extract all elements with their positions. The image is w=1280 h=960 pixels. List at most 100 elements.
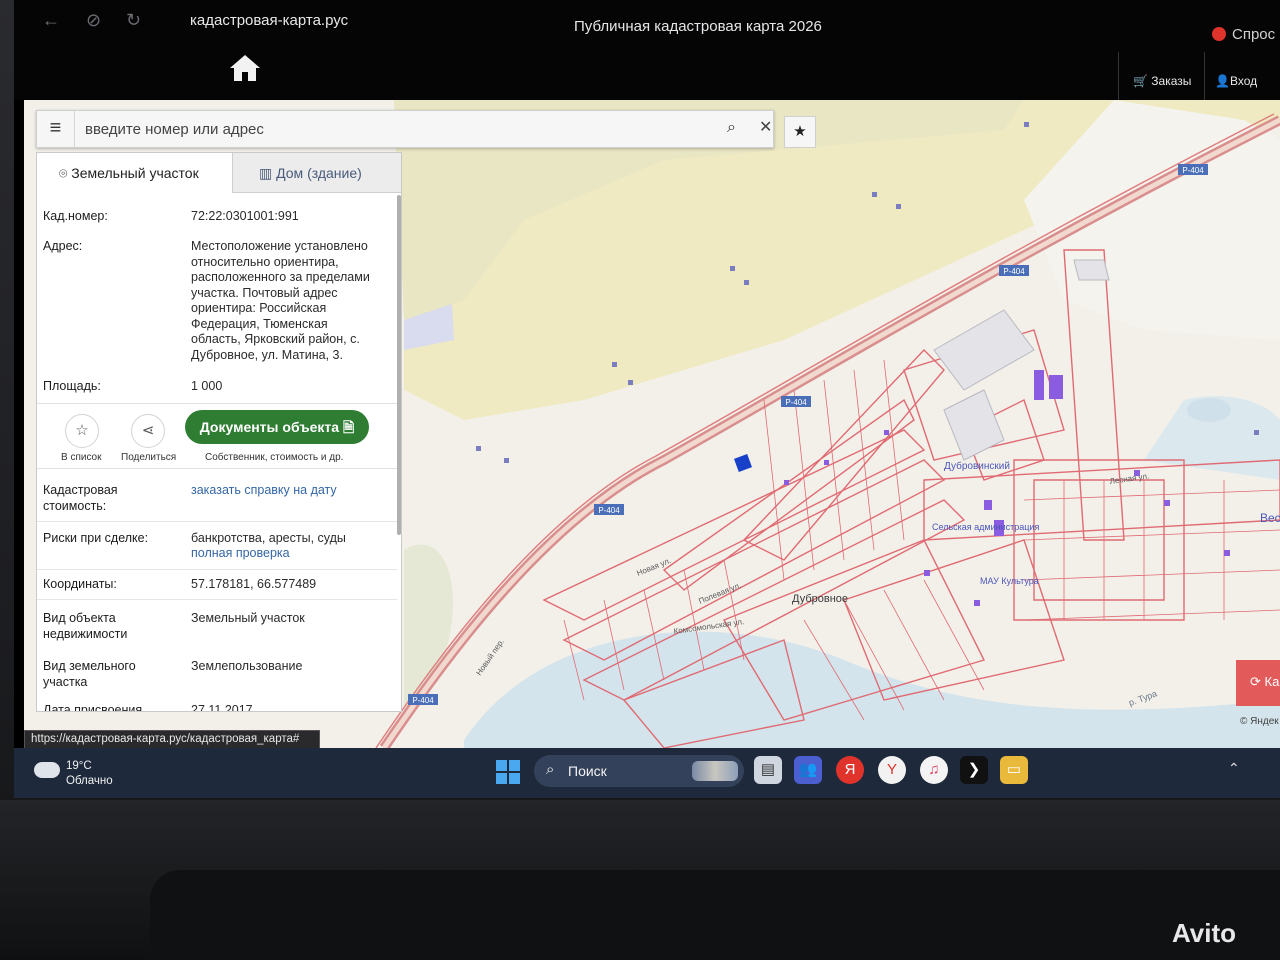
street-label: Новая ул. — [635, 556, 672, 578]
folder-icon[interactable]: ▭ — [1000, 756, 1028, 784]
yandex-icon[interactable]: Я — [836, 756, 864, 784]
search-input[interactable] — [85, 117, 645, 141]
login-label: Вход — [1229, 74, 1258, 88]
yandex-browser-icon[interactable]: Y — [878, 756, 906, 784]
date-value: 27.11.2017 — [191, 703, 253, 712]
road-label: Р-404 — [785, 398, 807, 407]
land-type-label: участка — [43, 675, 88, 689]
cost-label: Кадастровая — [43, 483, 118, 497]
record-icon — [1212, 27, 1226, 41]
address-line: ориентира: Российская — [191, 301, 327, 315]
place-label: Дубровинский — [944, 460, 1010, 472]
place-label: Дубровное — [792, 593, 848, 605]
reload-icon[interactable]: ↻ — [126, 10, 141, 31]
star-icon[interactable]: ★ — [784, 116, 816, 148]
full-check-link[interactable]: полная проверка — [191, 546, 290, 562]
place-label: Весе — [1260, 511, 1280, 525]
lake — [1187, 398, 1231, 422]
cadastre-button[interactable]: ⟳ Ка — [1236, 660, 1280, 706]
address-label: Адрес: — [43, 239, 83, 253]
cart-icon: 🛒 — [1133, 74, 1148, 88]
risks-label: Риски при сделке: — [43, 531, 149, 545]
river — [464, 631, 1280, 748]
search-icon: ⌕ — [546, 761, 555, 778]
terminal-icon[interactable]: ❯ — [960, 756, 988, 784]
weather-condition[interactable]: Облачно — [66, 775, 113, 787]
object-info-panel: ⌾ Земельный участок ▥ Дом (здание) Кад.н… — [36, 152, 402, 712]
cadastre-button-label: Ка — [1264, 674, 1280, 689]
windows-taskbar: 19°C Облачно ⌕ Поиск ▤ 👥 Я Y ♫ ❯ ▭ ⌃ — [14, 748, 1280, 798]
ask-label: Спрос — [1232, 26, 1276, 43]
date-label: Дата присвоения — [43, 703, 143, 712]
close-icon[interactable]: ✕ — [759, 117, 772, 137]
search-bar: ≡ ⌕ ✕ — [36, 110, 774, 148]
taskbar-search-label: Поиск — [568, 763, 607, 779]
login-button[interactable]: 👤Вход — [1204, 52, 1280, 102]
share-label[interactable]: Поделиться — [121, 452, 176, 463]
selected-parcel[interactable] — [734, 454, 752, 472]
order-report-link[interactable]: заказать справку на дату — [191, 483, 337, 499]
search-highlight-image — [692, 761, 738, 781]
coords-label: Координаты: — [43, 577, 117, 591]
back-icon[interactable]: ← — [42, 10, 60, 31]
laptop-frame: ← ⊘ ↻ кадастровая-карта.рус Публичная ка… — [0, 0, 1280, 960]
divider — [37, 569, 397, 570]
chevron-up-icon[interactable]: ⌃ — [1228, 760, 1240, 777]
place-label: МАУ Культура — [980, 576, 1039, 586]
ask-button[interactable]: Спрос — [1212, 26, 1275, 43]
road-label: Р-404 — [412, 696, 434, 705]
home-icon[interactable] — [228, 52, 262, 84]
buildings-group — [784, 370, 1230, 606]
address-bar[interactable]: кадастровая-карта.рус — [190, 12, 348, 29]
land-type-label: Вид земельного — [43, 659, 136, 673]
building-icon: ▥ — [259, 165, 273, 181]
documents-button-label: Документы объекта — [199, 419, 340, 435]
divider — [37, 521, 397, 522]
taskbar-search[interactable]: ⌕ Поиск — [534, 755, 744, 787]
browser-toolbar: ← ⊘ ↻ кадастровая-карта.рус Публичная ка… — [14, 0, 1280, 102]
meadow — [404, 544, 453, 720]
address-line: относительно ориентира, — [191, 254, 339, 269]
cost-label: стоимость: — [43, 499, 107, 513]
land-type-value: Землепользование — [191, 659, 303, 673]
screen: ← ⊘ ↻ кадастровая-карта.рус Публичная ка… — [14, 0, 1280, 798]
share-icon[interactable]: ⋖ — [131, 414, 165, 448]
panel-scrollbar[interactable] — [397, 195, 401, 535]
object-type-label: Вид объекта — [43, 611, 116, 625]
risks-value: банкротства, аресты, суды — [191, 531, 346, 545]
road-label: Р-404 — [598, 506, 620, 515]
tab-label: Дом (здание) — [276, 165, 362, 181]
object-type-label: недвижимости — [43, 627, 128, 641]
shield-icon[interactable]: ⊘ — [86, 10, 101, 31]
address-line: область, Ярковский район, с. — [191, 332, 360, 346]
street-label: Новый пер. — [474, 637, 506, 677]
teams-icon[interactable]: 👥 — [794, 756, 822, 784]
windows-start-icon[interactable] — [496, 760, 520, 784]
menu-icon[interactable]: ≡ — [37, 111, 75, 147]
status-url-tooltip: https://кадастровая-карта.рус/кадастрова… — [24, 730, 320, 750]
document-icon: 🗎 — [342, 419, 355, 435]
tab-land-plot[interactable]: ⌾ Земельный участок — [37, 153, 233, 193]
road-label: Р-404 — [1182, 166, 1204, 175]
music-icon[interactable]: ♫ — [920, 756, 948, 784]
avito-watermark: Avito — [1172, 918, 1237, 948]
area-label: Площадь: — [43, 379, 101, 393]
cad-number-label: Кад.номер: — [43, 209, 108, 223]
search-icon[interactable]: ⌕ — [727, 119, 736, 137]
map-credit: © Яндек — [1240, 716, 1279, 727]
cad-number-value: 72:22:0301001:991 — [191, 209, 299, 223]
tab-house[interactable]: ▥ Дом (здание) — [233, 153, 401, 193]
star-outline-icon[interactable]: ☆ — [65, 414, 99, 448]
coords-value: 57.178181, 66.577489 — [191, 577, 317, 591]
panel-tabs: ⌾ Земельный участок ▥ Дом (здание) — [37, 153, 401, 193]
weather-temp[interactable]: 19°C — [66, 760, 92, 772]
page-title: Публичная кадастровая карта 2026 — [574, 18, 822, 35]
add-to-list-label[interactable]: В список — [61, 452, 102, 463]
area-value: 1 000 — [191, 379, 223, 393]
address-line: Федерация, Тюменская — [191, 316, 328, 331]
orders-button[interactable]: 🛒 Заказы — [1118, 52, 1204, 102]
cloud-icon[interactable] — [34, 762, 60, 778]
documents-button[interactable]: Документы объекта 🗎 — [185, 410, 369, 444]
place-label: Сельская администрация — [932, 522, 1039, 532]
task-view-icon[interactable]: ▤ — [754, 756, 782, 784]
